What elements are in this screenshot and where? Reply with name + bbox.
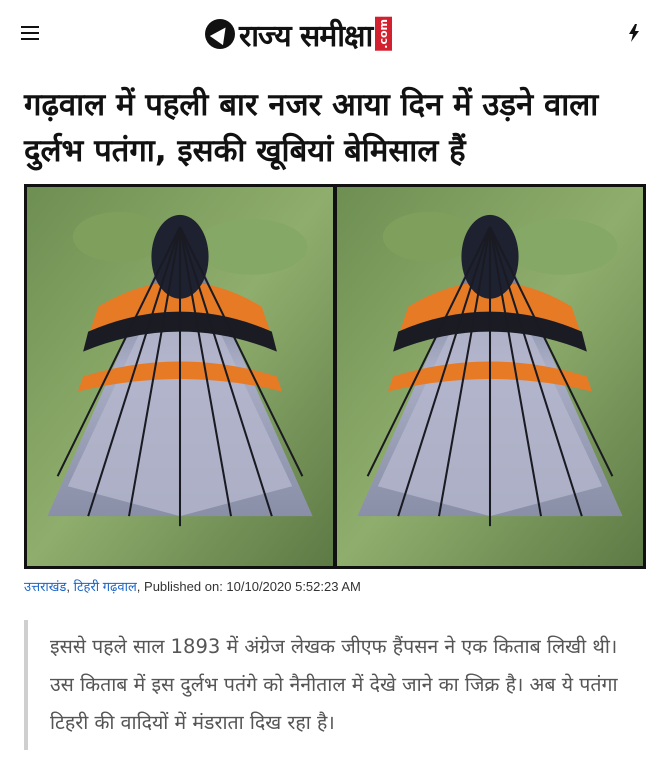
moth-image-right xyxy=(337,187,643,566)
logo-text: राज्य समीक्षा xyxy=(239,18,373,54)
site-logo[interactable]: राज्य समीक्षा .com xyxy=(205,14,393,54)
category-link-uttarakhand[interactable]: उत्तराखंड xyxy=(24,579,66,594)
category-link-tehri-garhwal[interactable]: टिहरी गढ़वाल xyxy=(74,579,137,594)
article-blockquote: इससे पहले साल 1893 में अंग्रेज लेखक जीएफ… xyxy=(24,620,642,750)
moth-image-left xyxy=(27,187,333,566)
site-header: राज्य समीक्षा .com xyxy=(0,0,671,68)
article-meta: उत्तराखंड, टिहरी गढ़वाल, Published on: 1… xyxy=(24,577,361,595)
quote-text: इससे पहले साल 1893 में अंग्रेज लेखक जीएफ… xyxy=(50,635,618,734)
article-image xyxy=(24,184,646,569)
logo-suffix: .com xyxy=(375,17,393,51)
published-date: , Published on: 10/10/2020 5:52:23 AM xyxy=(136,579,361,594)
hamburger-menu-icon[interactable] xyxy=(21,26,39,40)
logo-pen-icon xyxy=(205,19,235,49)
article-title: गढ़वाल में पहली बार नजर आया दिन में उड़न… xyxy=(24,87,599,169)
lightning-bolt-icon[interactable] xyxy=(628,24,640,42)
category-separator: , xyxy=(66,579,74,594)
